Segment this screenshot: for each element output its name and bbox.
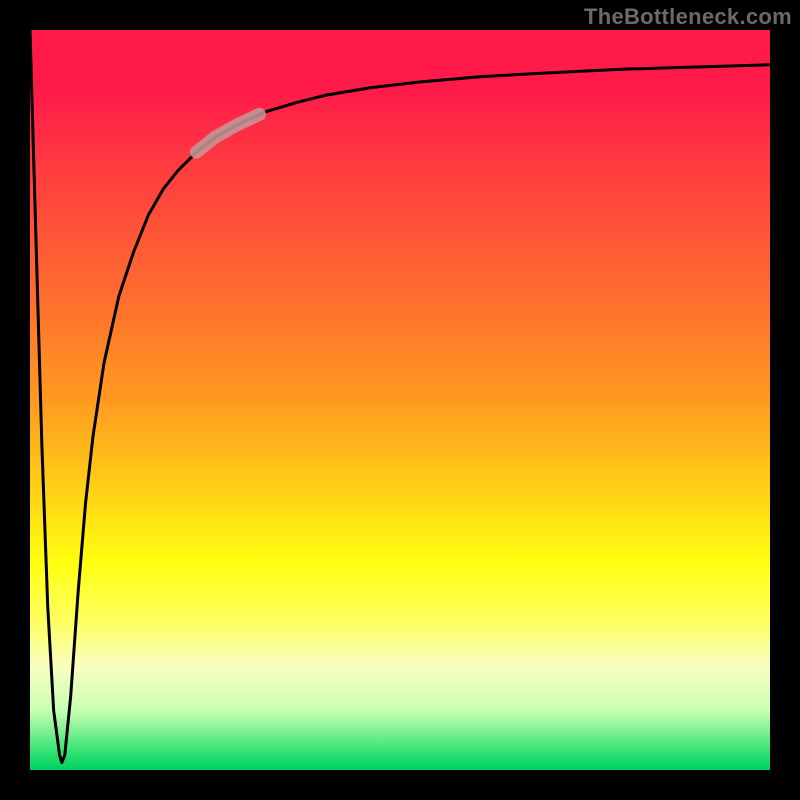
chart-frame: TheBottleneck.com (0, 0, 800, 800)
plot-area (30, 30, 770, 770)
watermark-label: TheBottleneck.com (584, 4, 792, 30)
highlight-segment (197, 114, 260, 152)
curve-layer (30, 30, 770, 770)
bottleneck-curve (30, 30, 770, 763)
